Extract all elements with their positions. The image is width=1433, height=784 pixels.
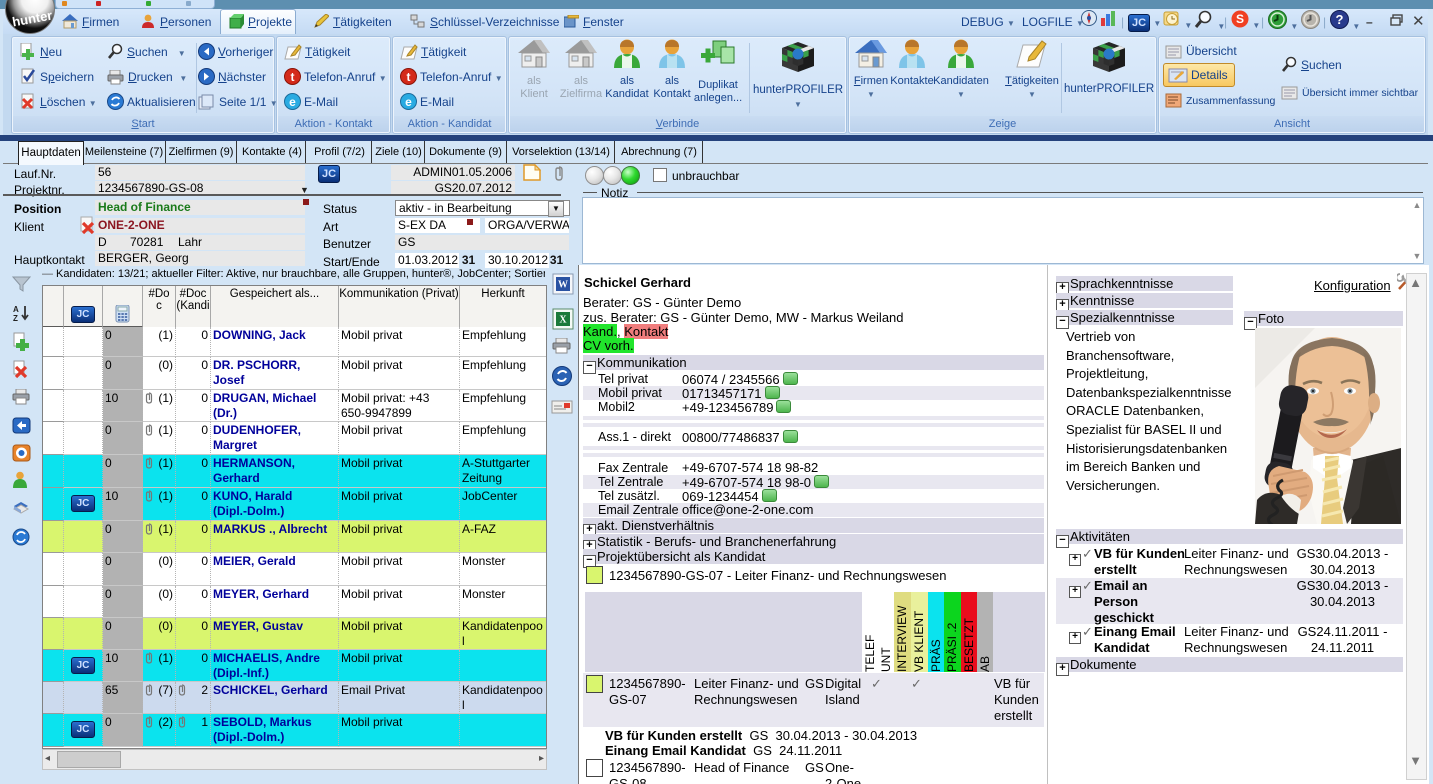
svg-text:e: e [405, 95, 412, 109]
svg-text:e: e [289, 95, 296, 109]
svg-text:t: t [291, 70, 295, 84]
svg-text:W: W [558, 280, 568, 291]
svg-text:Z: Z [13, 314, 18, 323]
svg-text:?: ? [1336, 12, 1344, 27]
svg-text:X: X [559, 315, 567, 326]
svg-text:S: S [1236, 12, 1244, 26]
svg-text:A: A [13, 305, 19, 314]
svg-text:t: t [407, 70, 411, 84]
